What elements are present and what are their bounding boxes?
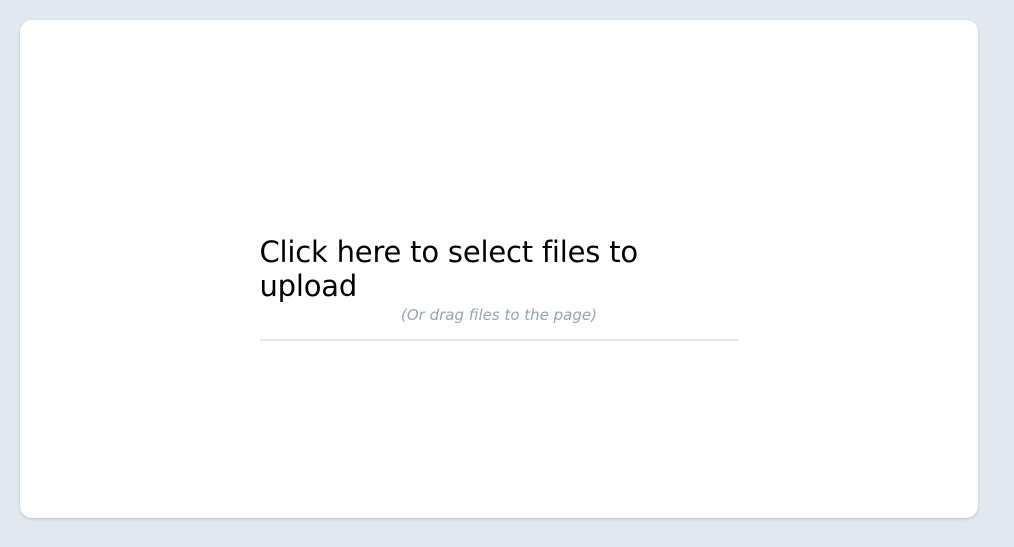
upload-prompt[interactable]: Click here to select files to upload (Or… xyxy=(259,235,739,341)
upload-dropzone[interactable]: Click here to select files to upload (Or… xyxy=(20,20,978,518)
upload-title[interactable]: Click here to select files to upload xyxy=(260,235,739,303)
upload-subtitle: (Or drag files to the page) xyxy=(401,306,597,324)
